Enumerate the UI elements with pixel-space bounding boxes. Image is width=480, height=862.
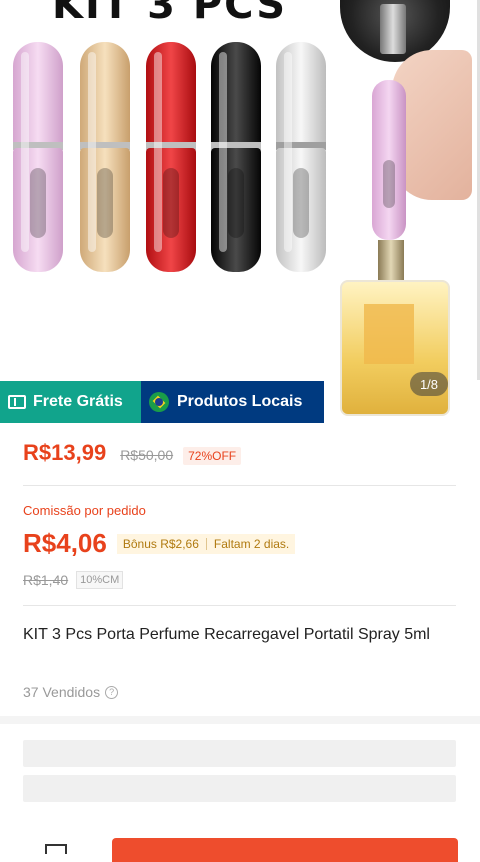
commission-value: R$4,06 [23,528,107,558]
info-icon[interactable]: ? [105,685,119,699]
free-shipping-badge: Frete Grátis [0,381,141,423]
carousel-page-indicator: 1/8 [410,372,448,396]
loading-placeholder [23,740,456,767]
commission-rate-badge: 10%CM [76,571,124,589]
atomizer-red [146,42,196,272]
perfume-bottle-neck [378,240,404,284]
atomizer-black [211,42,261,272]
bonus-separator [205,537,207,550]
truck-icon [8,395,26,409]
sold-count: 37 Vendidos [23,684,101,700]
store-icon[interactable] [45,844,67,854]
divider [23,485,456,486]
section-gap [0,716,480,724]
commission-base-value: R$1,40 [23,572,69,588]
commission-label: Comissão por pedido [23,503,146,518]
commission-row: R$4,06 Bônus R$2,66 Faltam 2 dias. [23,528,296,559]
product-title: KIT 3 Pcs Porta Perfume Recarregavel Por… [23,626,430,643]
divider [23,605,456,606]
free-shipping-label: Frete Grátis [33,393,123,410]
sold-count-row: 37 Vendidos ? [23,684,119,700]
badge-row: Frete Grátis Produtos Locais [0,381,324,423]
original-price: R$50,00 [120,447,174,463]
buy-button[interactable] [112,838,458,862]
local-products-label: Produtos Locais [177,393,303,410]
bonus-amount: Bônus R$2,66 [122,536,199,551]
loading-placeholder [23,775,456,802]
atomizer-gold [80,42,130,272]
commission-base-row: R$1,40 10%CM [23,571,124,589]
brazil-flag-icon [149,392,169,412]
product-image-carousel[interactable]: KIT 3 PCS 1/8 [0,0,480,422]
bonus-banner[interactable]: Bônus R$2,66 Faltam 2 dias. [116,533,296,554]
bottom-action-bar [0,830,480,862]
current-price: R$13,99 [23,440,107,465]
atomizer-silver [276,42,326,272]
image-caption: KIT 3 PCS [52,0,288,28]
discount-badge: 72%OFF [183,447,242,465]
bonus-remaining: Faltam 2 dias. [213,536,290,551]
local-products-badge: Produtos Locais [141,381,324,423]
atomizer-in-hand [372,80,406,240]
price-row: R$13,99 R$50,00 72%OFF [23,440,242,466]
atomizer-pink [13,42,63,272]
